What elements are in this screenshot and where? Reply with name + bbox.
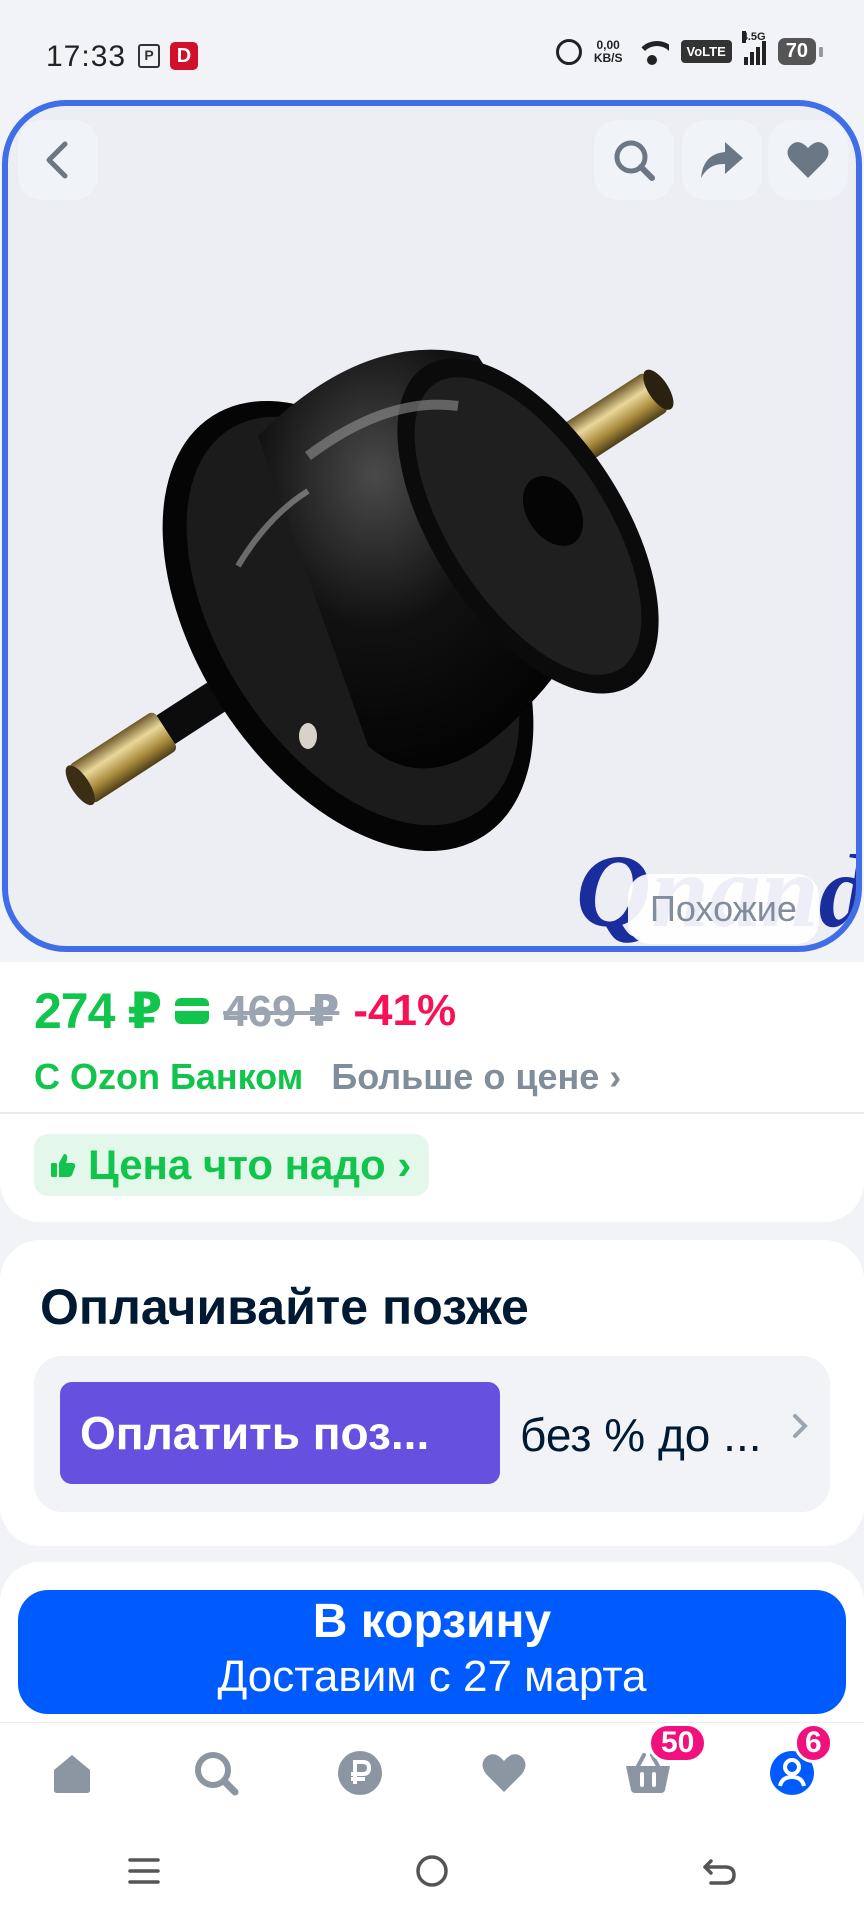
- good-price-badge[interactable]: Цена что надо ›: [34, 1134, 430, 1196]
- parking-notification-icon: P: [138, 44, 160, 68]
- nav-catalog[interactable]: [176, 1733, 256, 1813]
- profile-notification-badge: 6: [794, 1722, 833, 1763]
- battery-indicator: 70: [777, 38, 824, 65]
- product-image[interactable]: Qnand1: [8, 106, 856, 946]
- back-arrow-icon: [703, 1859, 736, 1885]
- thumbs-up-icon: [51, 1154, 76, 1177]
- volte-badge: VoLTE: [680, 40, 732, 63]
- current-price: 274 ₽: [34, 983, 162, 1039]
- price-row: 274 ₽ 469 ₽ -41%: [34, 982, 456, 1040]
- discount-percent: -41%: [353, 986, 457, 1035]
- home-button[interactable]: [392, 1841, 472, 1901]
- back-button[interactable]: [18, 120, 98, 200]
- nav-home[interactable]: [32, 1733, 112, 1813]
- app-notification-icon: D: [170, 42, 198, 70]
- bottom-navigation: 50 6: [0, 1722, 864, 1822]
- pay-later-option[interactable]: Оплатить поз... без % до ...: [34, 1356, 830, 1512]
- pay-later-button[interactable]: Оплатить поз...: [60, 1382, 500, 1484]
- ruble-icon: [338, 1750, 382, 1795]
- network-type: 4.5G: [741, 30, 766, 43]
- search-button[interactable]: [594, 120, 674, 200]
- search-icon: [614, 140, 655, 181]
- similar-products-button[interactable]: Похожие: [628, 874, 819, 944]
- nav-favorites[interactable]: [464, 1733, 544, 1813]
- add-to-cart-button[interactable]: В корзину Доставим с 27 марта: [18, 1590, 846, 1714]
- status-system-icons: 0,00 KB/S VoLTE 4.5G 70: [555, 30, 824, 65]
- divider: [0, 1112, 864, 1114]
- cart-count-badge: 50: [648, 1722, 708, 1763]
- net-speed-unit: KB/S: [593, 50, 623, 65]
- chevron-left-icon: [46, 141, 68, 179]
- old-price: 469 ₽: [223, 986, 340, 1036]
- chevron-right-icon: [793, 1414, 808, 1438]
- home-icon: [54, 1754, 90, 1793]
- favorite-button[interactable]: [768, 120, 848, 200]
- nav-cart[interactable]: 50: [608, 1722, 708, 1813]
- bank-card-icon: [175, 998, 210, 1024]
- pay-later-terms: без % до ...: [520, 1409, 762, 1461]
- share-button[interactable]: [682, 120, 762, 200]
- nav-finance[interactable]: [320, 1733, 400, 1813]
- status-bar: 17:33 P D 0,00 KB/S VoLTE 4.5G 70: [0, 0, 864, 110]
- system-navigation-bar: [0, 1822, 864, 1920]
- pay-later-card: Оплачивайте позже Оплатить поз... без % …: [0, 1240, 864, 1546]
- status-notification-icons: P D: [138, 42, 198, 70]
- ozon-bank-label: С Ozon Банком: [34, 1056, 304, 1097]
- net-speed-value: 0,00: [596, 37, 620, 52]
- add-to-cart-label: В корзину: [312, 1595, 552, 1648]
- more-about-price-link[interactable]: Больше о цене ›: [331, 1056, 621, 1098]
- cell-signal-icon: 4.5G: [741, 30, 766, 65]
- alarm-icon: [555, 38, 582, 65]
- bank-row: С Ozon Банком Больше о цене ›: [34, 1056, 621, 1098]
- recent-apps-button[interactable]: [104, 1841, 184, 1901]
- nav-profile[interactable]: 6: [752, 1722, 833, 1813]
- status-time: 17:33: [46, 40, 127, 73]
- menu-icon: [128, 1858, 160, 1884]
- delivery-date: Доставим с 27 марта: [217, 1652, 647, 1701]
- heart-icon: [482, 1753, 526, 1792]
- search-icon: [195, 1751, 239, 1795]
- net-speed: 0,00 KB/S: [593, 37, 623, 65]
- product-gallery[interactable]: Qnand1 Похожие: [2, 100, 862, 952]
- wifi-icon: [634, 39, 669, 65]
- system-back-button[interactable]: [680, 1841, 760, 1901]
- pay-later-title: Оплачивайте позже: [40, 1279, 529, 1335]
- circle-icon: [416, 1855, 448, 1887]
- price-card: 274 ₽ 469 ₽ -41% С Ozon Банком Больше о …: [0, 962, 864, 1222]
- share-icon: [701, 142, 743, 178]
- good-price-label: Цена что надо ›: [88, 1141, 412, 1188]
- heart-icon: [787, 142, 829, 178]
